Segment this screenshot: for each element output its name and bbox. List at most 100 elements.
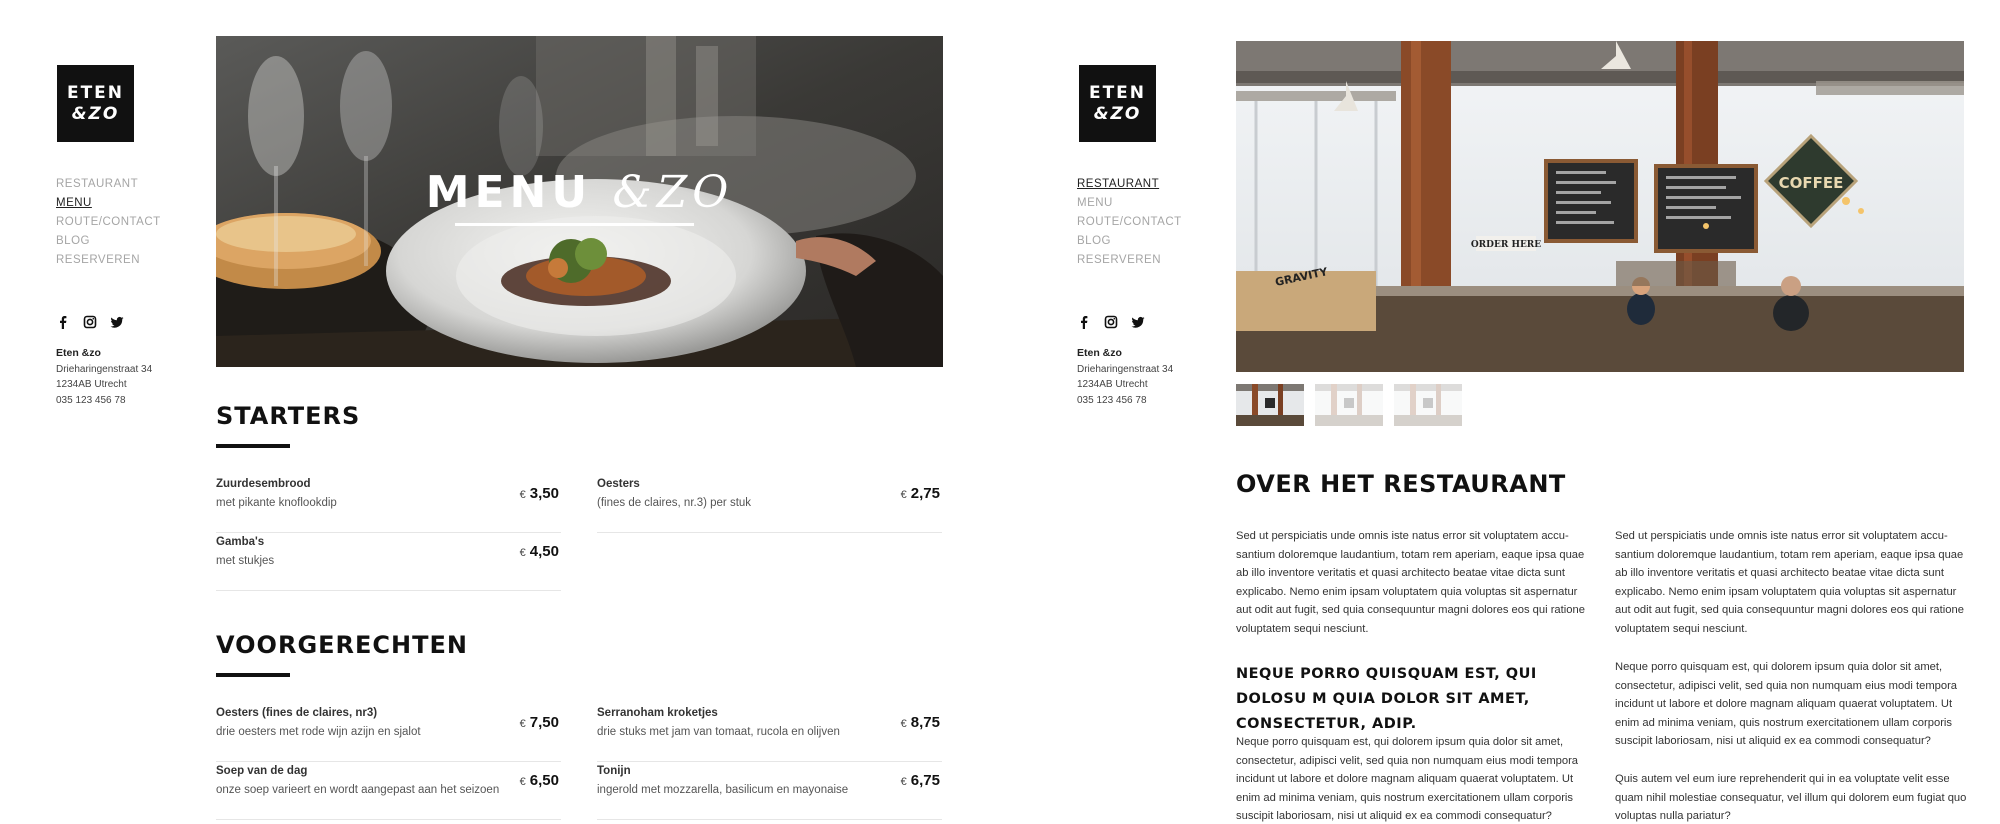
menu-item: Oesters (fines de claires, nr.3) per stu… <box>597 476 942 533</box>
coffee-sign: COFFEE <box>1779 174 1844 192</box>
gallery-thumbnail-1[interactable] <box>1236 384 1304 426</box>
menu-item-name: Serranoham kroketjes <box>597 707 718 719</box>
hero-image: MENU &ZO <box>216 36 943 367</box>
menu-item-name: Zuurdesembrood <box>216 478 311 490</box>
hero-title: MENU &ZO <box>216 168 943 218</box>
voorgerechten-title: VOORGERECHTEN <box>216 631 468 659</box>
twitter-icon[interactable] <box>1131 315 1145 329</box>
menu-item-desc: drie stuks met jam van tomaat, rucola en… <box>597 726 840 738</box>
menu-item: Zuurdesembrood met pikante knoflookdip €… <box>216 476 561 533</box>
currency-symbol: € <box>519 489 526 501</box>
menu-item-desc: met pikante knoflookdip <box>216 497 337 509</box>
social-links <box>1077 315 1145 329</box>
hero-title-menu: MENU <box>425 167 593 218</box>
logo[interactable]: ETEN &ZO <box>1079 65 1156 142</box>
address-street: Drieharingenstraat 34 <box>56 363 153 375</box>
voorgerechten-rule <box>216 673 290 677</box>
social-links <box>56 315 124 329</box>
menu-item-desc: drie oesters met rode wijn azijn en sjal… <box>216 726 421 738</box>
address-name: Eten &zo <box>56 347 101 359</box>
menu-item-price-value: 6,50 <box>529 772 559 789</box>
address-block: Eten &zo Drieharingenstraat 34 1234AB Ut… <box>1077 346 1173 408</box>
logo-line1: ETEN <box>66 82 125 103</box>
currency-symbol: € <box>900 489 907 501</box>
menu-item-price: €4,50 <box>520 543 559 560</box>
main-nav: RESTAURANT MENU ROUTE/CONTACT BLOG RESER… <box>56 175 161 270</box>
about-paragraph: Neque porro quisquam est, qui dolorem ip… <box>1615 661 1958 748</box>
menu-item-desc: ingerold met mozzarella, basilicum en ma… <box>597 784 849 796</box>
menu-item-price-value: 7,50 <box>529 714 559 731</box>
starters-title: STARTERS <box>216 402 361 430</box>
menu-item-price: €3,50 <box>520 485 559 502</box>
currency-symbol: € <box>519 547 526 559</box>
nav-item-menu[interactable]: MENU <box>56 194 161 213</box>
hero-title-zo: &ZO <box>612 167 734 218</box>
menu-item-price: €6,75 <box>901 772 940 789</box>
nav-item-restaurant[interactable]: RESTAURANT <box>56 175 161 194</box>
menu-item-name: Oesters <box>597 478 640 490</box>
menu-item-price: €2,75 <box>901 485 940 502</box>
nav-item-restaurant[interactable]: RESTAURANT <box>1077 175 1182 194</box>
menu-item: Gamba's met stukjes €4,50 <box>216 534 561 591</box>
menu-item-desc: met stukjes <box>216 555 275 567</box>
order-here-sign: ORDER HERE <box>1471 240 1541 250</box>
nav-item-menu[interactable]: MENU <box>1077 194 1182 213</box>
logo-line2: &ZO <box>1093 103 1142 124</box>
main-nav: RESTAURANT MENU ROUTE/CONTACT BLOG RESER… <box>1077 175 1182 270</box>
about-paragraph: Sed ut perspiciatis unde omnis iste natu… <box>1615 530 1964 635</box>
starters-rule <box>216 444 290 448</box>
about-heading: OVER HET RESTAURANT <box>1236 470 1566 498</box>
facebook-icon[interactable] <box>56 315 70 329</box>
currency-symbol: € <box>519 718 526 730</box>
menu-item: Serranoham kroketjes drie stuks met jam … <box>597 705 942 762</box>
twitter-icon[interactable] <box>110 315 124 329</box>
menu-item-price-value: 8,75 <box>910 714 940 731</box>
address-street: Drieharingenstraat 34 <box>1077 363 1174 375</box>
currency-symbol: € <box>900 776 907 788</box>
facebook-icon[interactable] <box>1077 315 1091 329</box>
address-phone[interactable]: 035 123 456 78 <box>1077 393 1173 409</box>
nav-item-blog[interactable]: BLOG <box>1077 232 1182 251</box>
gallery-thumbnail-2[interactable] <box>1315 384 1383 426</box>
currency-symbol: € <box>519 776 526 788</box>
address-phone[interactable]: 035 123 456 78 <box>56 393 152 409</box>
about-paragraph: Sed ut perspiciatis unde omnis iste natu… <box>1236 530 1585 635</box>
menu-item: Tonijn ingerold met mozzarella, basilicu… <box>597 763 942 820</box>
menu-item-price-value: 2,75 <box>910 485 940 502</box>
menu-item-name: Gamba's <box>216 536 265 548</box>
menu-item-price: €8,75 <box>901 714 940 731</box>
menu-page: ETEN &ZO RESTAURANT MENU ROUTE/CONTACT B… <box>0 0 1000 824</box>
menu-item-price: €6,50 <box>520 772 559 789</box>
menu-item-price-value: 4,50 <box>529 543 559 560</box>
about-paragraph: Neque porro quisquam est, qui dolorem ip… <box>1236 736 1579 823</box>
menu-item: Soep van de dag onze soep varieert en wo… <box>216 763 561 820</box>
cafe-photo: COFFEE ORDER HERE GRAVITY <box>1236 41 1964 372</box>
menu-item-name: Oesters (fines de claires, nr3) <box>216 707 378 719</box>
gallery-thumbnail-3[interactable] <box>1394 384 1462 426</box>
nav-item-blog[interactable]: BLOG <box>56 232 161 251</box>
logo[interactable]: ETEN &ZO <box>57 65 134 142</box>
nav-item-reserveren[interactable]: RESERVEREN <box>56 251 161 270</box>
hero-title-underline <box>455 223 694 226</box>
about-subheading: NEQUE PORRO QUISQUAM EST, QUI DOLOSU M Q… <box>1236 666 1537 732</box>
restaurant-page: ETEN &ZO RESTAURANT MENU ROUTE/CONTACT B… <box>1020 0 2000 824</box>
nav-item-reserveren[interactable]: RESERVEREN <box>1077 251 1182 270</box>
instagram-icon[interactable] <box>1104 315 1118 329</box>
menu-item-price-value: 6,75 <box>910 772 940 789</box>
address-name: Eten &zo <box>1077 347 1122 359</box>
address-city: 1234AB Utrecht <box>56 379 127 390</box>
address-block: Eten &zo Drieharingenstraat 34 1234AB Ut… <box>56 346 152 408</box>
nav-item-route-contact[interactable]: ROUTE/CONTACT <box>56 213 161 232</box>
about-paragraph: Quis autem vel eum iure reprehenderit qu… <box>1615 773 1967 823</box>
instagram-icon[interactable] <box>83 315 97 329</box>
menu-item-name: Soep van de dag <box>216 765 308 777</box>
menu-item-price: €7,50 <box>520 714 559 731</box>
logo-line1: ETEN <box>1088 82 1147 103</box>
menu-item: Oesters (fines de claires, nr3) drie oes… <box>216 705 561 762</box>
gallery-main-image[interactable]: COFFEE ORDER HERE GRAVITY <box>1236 41 1964 372</box>
logo-line2: &ZO <box>71 103 120 124</box>
menu-item-price-value: 3,50 <box>529 485 559 502</box>
address-city: 1234AB Utrecht <box>1077 379 1148 390</box>
currency-symbol: € <box>900 718 907 730</box>
nav-item-route-contact[interactable]: ROUTE/CONTACT <box>1077 213 1182 232</box>
